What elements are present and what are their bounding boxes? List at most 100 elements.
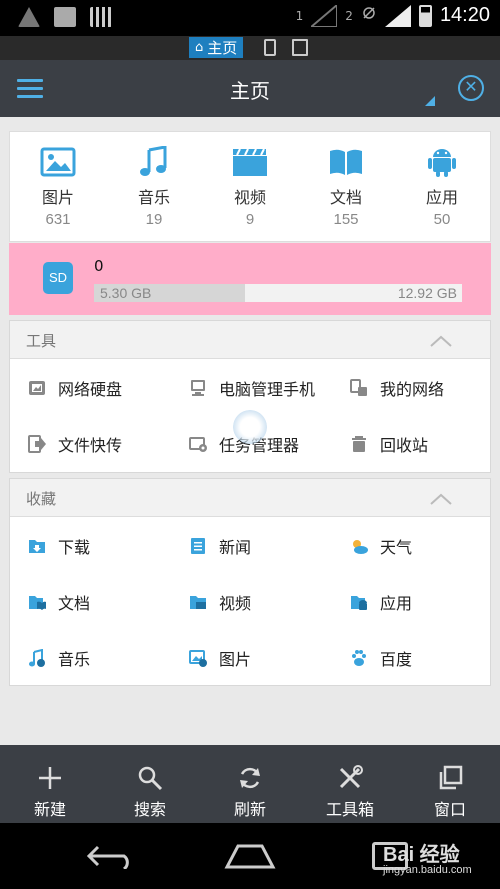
bottom-toolbar: 新建 搜索 刷新 工具箱 窗口 xyxy=(0,745,500,823)
chevron-up-icon[interactable] xyxy=(430,335,452,347)
signal-empty-icon xyxy=(311,4,338,27)
favorite-news[interactable]: 新闻 xyxy=(189,531,251,561)
multi-device-icon[interactable] xyxy=(292,39,308,56)
favorite-documents[interactable]: 文档 xyxy=(28,587,90,617)
category-label: 视频 xyxy=(233,188,266,207)
image-notification-icon xyxy=(54,7,76,27)
category-label: 音乐 xyxy=(137,188,170,207)
music-folder-icon xyxy=(29,649,45,667)
favorites-panel-header[interactable]: 收藏 xyxy=(10,479,490,517)
category-label: 应用 xyxy=(425,188,458,207)
favorite-pictures[interactable]: 图片 xyxy=(189,643,251,673)
sim1-label: 1 xyxy=(295,8,304,23)
tools-panel-header[interactable]: 工具 xyxy=(10,321,490,359)
favorite-label: 百度 xyxy=(380,650,413,669)
search-icon xyxy=(138,766,163,791)
category-count: 155 xyxy=(333,211,359,228)
battery-icon xyxy=(418,4,432,27)
category-count: 9 xyxy=(245,211,255,228)
video-icon xyxy=(233,148,267,176)
tab-home-label: 主页 xyxy=(207,39,238,57)
favorite-music[interactable]: 音乐 xyxy=(28,643,90,673)
favorite-apps[interactable]: 应用 xyxy=(350,587,412,617)
category-music[interactable]: 音乐 19 xyxy=(106,132,202,243)
windows-button[interactable]: 窗口 xyxy=(400,745,500,823)
search-button-label: 搜索 xyxy=(133,800,166,819)
storage-total: 12.92 GB xyxy=(397,285,457,301)
main-content: 图片 631 音乐 19 视频 9 文档 155 应用 50 SD 0 5.30… xyxy=(0,117,500,745)
android-icon xyxy=(428,149,456,177)
refresh-button[interactable]: 刷新 xyxy=(200,745,300,823)
category-count: 19 xyxy=(145,211,163,228)
refresh-button-label: 刷新 xyxy=(233,800,266,819)
tool-my-network[interactable]: 我的网络 xyxy=(350,373,444,403)
sim2-label: 2 xyxy=(345,8,353,23)
tool-label: 文件快传 xyxy=(58,436,123,455)
plus-icon xyxy=(39,767,61,789)
favorite-baidu[interactable]: 百度 xyxy=(350,643,412,673)
tool-file-transfer[interactable]: 文件快传 xyxy=(28,429,122,459)
favorites-panel: 收藏 下载 新闻 天气 文档 视频 应用 音乐 图片 百度 xyxy=(9,478,491,686)
tab-home[interactable]: ⌂ 主页 xyxy=(189,37,244,58)
favorites-panel-title: 收藏 xyxy=(26,490,57,508)
favorite-label: 视频 xyxy=(219,594,252,613)
file-transfer-icon xyxy=(28,435,46,453)
tool-label: 电脑管理手机 xyxy=(219,380,316,399)
chevron-up-icon[interactable] xyxy=(430,493,452,505)
baidu-jingyan-watermark: Bai 经验 jingyan.baidu.com xyxy=(355,832,495,884)
book-icon xyxy=(330,149,362,175)
music-icon xyxy=(140,146,167,176)
pictures-icon xyxy=(189,650,207,667)
category-documents[interactable]: 文档 155 xyxy=(298,132,394,243)
tools-icon xyxy=(339,765,363,789)
cloud-drive-icon xyxy=(29,381,45,395)
tool-pc-manage[interactable]: 电脑管理手机 xyxy=(189,373,315,403)
sd-card-icon: SD xyxy=(43,262,73,294)
close-circle-icon[interactable]: ✕ xyxy=(458,75,484,101)
favorite-label: 新闻 xyxy=(219,538,252,557)
window-tabs-bar: ⌂ 主页 xyxy=(0,36,500,60)
favorite-label: 天气 xyxy=(380,538,413,557)
favorite-weather[interactable]: 天气 xyxy=(350,531,412,561)
home-nav-icon[interactable] xyxy=(224,842,276,870)
tool-cloud-drive[interactable]: 网络硬盘 xyxy=(28,373,122,403)
dropdown-indicator-icon[interactable] xyxy=(425,96,435,106)
search-button[interactable]: 搜索 xyxy=(100,745,200,823)
weather-icon xyxy=(353,540,368,554)
category-label: 文档 xyxy=(329,188,362,207)
toolbox-button[interactable]: 工具箱 xyxy=(300,745,400,823)
category-video[interactable]: 视频 9 xyxy=(202,132,298,243)
watermark-url: jingyan.baidu.com xyxy=(383,864,472,876)
video-folder-icon xyxy=(190,596,206,609)
favorite-download[interactable]: 下载 xyxy=(28,531,90,561)
favorite-video[interactable]: 视频 xyxy=(189,587,251,617)
back-icon[interactable] xyxy=(86,843,136,869)
signal-full-icon xyxy=(384,4,411,27)
phone-icon[interactable] xyxy=(264,39,276,56)
category-images[interactable]: 图片 631 xyxy=(10,132,106,243)
windows-button-label: 窗口 xyxy=(433,800,466,819)
favorite-label: 音乐 xyxy=(58,650,91,669)
category-card: 图片 631 音乐 19 视频 9 文档 155 应用 50 xyxy=(9,131,491,242)
tool-recycle-bin[interactable]: 回收站 xyxy=(350,429,428,459)
category-count: 631 xyxy=(45,211,71,228)
storage-card[interactable]: SD 0 5.30 GB 12.92 GB xyxy=(9,243,491,315)
barcode-notification-icon xyxy=(90,7,112,27)
favorite-label: 应用 xyxy=(380,594,413,613)
trash-icon xyxy=(352,436,366,452)
download-folder-icon xyxy=(29,540,45,553)
new-button[interactable]: 新建 xyxy=(0,745,100,823)
image-icon xyxy=(40,147,76,177)
windows-icon xyxy=(439,765,463,790)
tool-label: 回收站 xyxy=(380,436,429,455)
tools-panel: 工具 网络硬盘 电脑管理手机 我的网络 文件快传 任务管理器 回收站 xyxy=(9,320,491,473)
category-count: 50 xyxy=(433,211,451,228)
news-icon xyxy=(191,538,205,554)
loading-spinner xyxy=(233,410,267,444)
notification-clean-icon xyxy=(18,7,40,27)
category-apps[interactable]: 应用 50 xyxy=(394,132,490,243)
favorite-label: 下载 xyxy=(58,538,91,557)
pc-manage-icon xyxy=(191,380,205,396)
tool-label: 我的网络 xyxy=(380,380,445,399)
category-label: 图片 xyxy=(41,188,74,207)
